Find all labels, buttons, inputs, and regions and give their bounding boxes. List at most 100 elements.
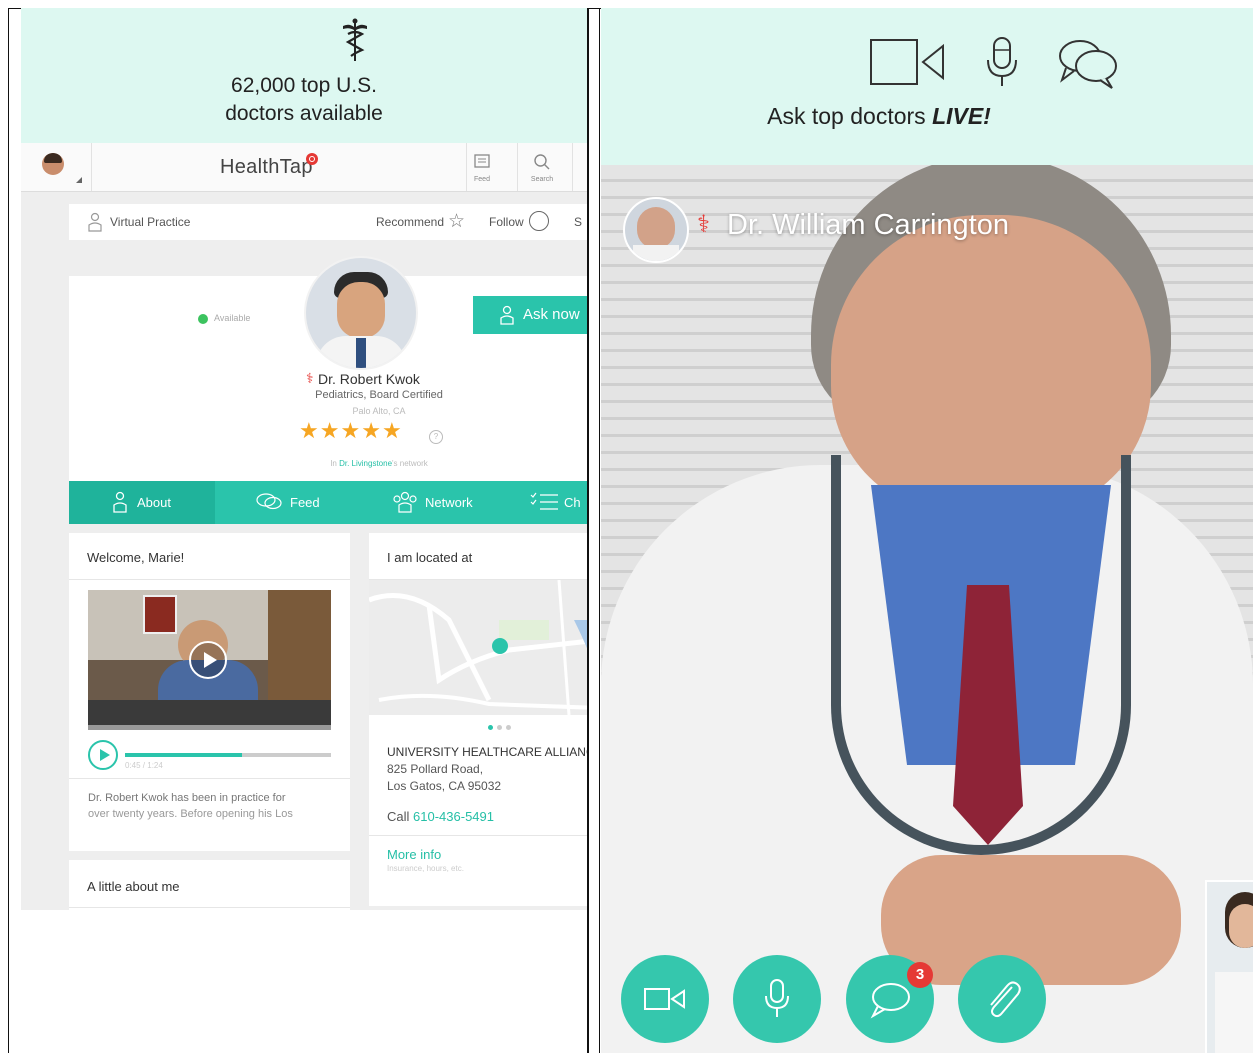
microphone-icon bbox=[765, 979, 789, 1017]
bio-line-2: over twenty years. Before opening his Lo… bbox=[88, 808, 293, 820]
video-camera-icon bbox=[870, 39, 944, 85]
self-view-thumbnail[interactable] bbox=[1205, 880, 1253, 1053]
chat-unread-badge: 3 bbox=[907, 962, 933, 988]
about-icon bbox=[113, 491, 127, 513]
header-divider bbox=[91, 143, 92, 191]
tab-about-label: About bbox=[137, 495, 171, 510]
feed-icon[interactable] bbox=[473, 153, 491, 171]
tab-about[interactable]: About bbox=[69, 481, 215, 524]
rating-star: ★ bbox=[361, 418, 382, 443]
network-link[interactable]: Dr. Livingstone bbox=[339, 459, 392, 468]
frame-divider bbox=[587, 8, 589, 1053]
help-icon[interactable]: ? bbox=[429, 430, 443, 444]
network-icon bbox=[393, 491, 417, 513]
intro-video[interactable] bbox=[88, 590, 331, 730]
about-me-title: A little about me bbox=[87, 879, 180, 894]
doctor-caduceus-icon: ⚕ bbox=[697, 211, 710, 238]
frame-divider-right bbox=[599, 8, 600, 1053]
feed-bubble-icon bbox=[256, 493, 282, 510]
available-dot bbox=[198, 314, 208, 324]
video-doctor-name: Dr. William Carrington bbox=[727, 209, 1009, 241]
doctor-icon bbox=[88, 212, 102, 232]
tab-checklist[interactable]: Ch bbox=[505, 481, 587, 524]
audio-play-button[interactable] bbox=[88, 740, 118, 770]
doctor-video-feed: ⚕ Dr. William Carrington 3 bbox=[601, 165, 1253, 1053]
recommend-label[interactable]: Recommend bbox=[376, 215, 444, 229]
carousel-dot-3[interactable] bbox=[506, 725, 511, 730]
microphone-icon bbox=[987, 37, 1017, 86]
microphone-button[interactable] bbox=[733, 955, 821, 1043]
right-panel: Ask top doctors LIVE! ⚕ Dr. William Carr… bbox=[601, 8, 1253, 1053]
video-button[interactable] bbox=[621, 955, 709, 1043]
location-pin[interactable] bbox=[492, 638, 508, 654]
logo-badge-icon bbox=[306, 153, 318, 165]
search-icon[interactable] bbox=[533, 153, 551, 171]
virtual-practice-label: Virtual Practice bbox=[110, 215, 191, 229]
address-line-1: 825 Pollard Road, bbox=[387, 762, 484, 776]
doctor-specialty: Pediatrics, Board Certified bbox=[315, 389, 443, 401]
welcome-title: Welcome, Marie! bbox=[87, 550, 185, 565]
rating-star: ★ bbox=[340, 418, 362, 443]
play-icon bbox=[100, 749, 110, 761]
doctor-location: Palo Alto, CA bbox=[352, 406, 406, 416]
play-button[interactable] bbox=[189, 641, 227, 679]
bio-line-1: Dr. Robert Kwok has been in practice for bbox=[88, 792, 286, 804]
rating-star: ★ bbox=[381, 418, 403, 443]
doctor-icon bbox=[500, 305, 514, 325]
right-banner: Ask top doctors LIVE! bbox=[601, 8, 1253, 165]
follow-label[interactable]: Follow bbox=[489, 215, 524, 229]
search-label: Search bbox=[530, 176, 554, 183]
rating-star: ★ bbox=[299, 418, 320, 443]
stethoscope bbox=[831, 455, 1131, 855]
practice-name: UNIVERSITY HEALTHCARE ALLIANC bbox=[387, 745, 587, 759]
availability-label: Available bbox=[214, 313, 251, 323]
healthtap-logo: HealthTap bbox=[220, 156, 313, 178]
call-line: Call 610-436-5491 bbox=[387, 809, 494, 824]
tab-network[interactable]: Network bbox=[359, 481, 505, 524]
rating-star: ★ bbox=[319, 418, 341, 443]
welcome-card: Welcome, Marie! 0:45 / 1:24 Dr. Robert K… bbox=[69, 533, 350, 851]
video-camera-icon bbox=[644, 988, 685, 1010]
right-banner-title: Ask top doctors LIVE! bbox=[767, 103, 991, 129]
audio-progress-fill bbox=[125, 753, 243, 757]
profile-tabs: About Feed Network Ch bbox=[69, 481, 587, 524]
location-map[interactable] bbox=[369, 580, 587, 715]
star-outline-icon[interactable]: ☆ bbox=[448, 210, 465, 233]
frame-left bbox=[8, 8, 9, 1053]
user-avatar[interactable] bbox=[42, 153, 64, 175]
carousel-dot-2[interactable] bbox=[497, 725, 502, 730]
attachment-button[interactable] bbox=[958, 955, 1046, 1043]
ask-now-button[interactable]: Ask now bbox=[473, 296, 587, 334]
doctor-caduceus-icon: ⚕ bbox=[306, 370, 314, 386]
chat-bubbles-icon bbox=[1059, 40, 1117, 89]
menu-corner-icon[interactable] bbox=[76, 177, 82, 183]
follow-icon[interactable] bbox=[529, 211, 549, 231]
doctor-avatar bbox=[623, 197, 689, 263]
banner-title-line2: doctors available bbox=[225, 102, 383, 125]
more-info-link[interactable]: More info bbox=[387, 847, 441, 862]
app-header: HealthTap Feed Search bbox=[21, 143, 587, 192]
about-me-card: A little about me bbox=[69, 860, 350, 910]
caduceus-icon bbox=[343, 18, 367, 61]
phone-link[interactable]: 610-436-5491 bbox=[413, 809, 494, 824]
more-info-subtitle: Insurance, hours, etc. bbox=[387, 864, 464, 873]
virtual-practice-bar: Virtual Practice Recommend ☆ Follow S bbox=[69, 204, 587, 240]
ask-now-label: Ask now bbox=[523, 306, 580, 323]
carousel-dot-1[interactable] bbox=[488, 725, 493, 730]
doctor-photo bbox=[304, 256, 418, 370]
tab-checklist-label: Ch bbox=[564, 495, 581, 510]
location-card: I am located at UNIVERSITY HEALTHCARE AL… bbox=[369, 533, 587, 906]
tab-feed-label: Feed bbox=[290, 495, 320, 510]
left-panel: 62,000 top U.S. doctors available Health… bbox=[21, 8, 587, 1053]
play-icon bbox=[204, 652, 217, 668]
audio-time: 0:45 / 1:24 bbox=[125, 761, 163, 770]
audio-progress-track[interactable] bbox=[125, 753, 331, 757]
tab-feed[interactable]: Feed bbox=[215, 481, 359, 524]
chat-icon bbox=[870, 983, 910, 1019]
rating-stars: ★★★★★ bbox=[299, 418, 403, 444]
left-banner: 62,000 top U.S. doctors available bbox=[21, 8, 587, 143]
profile-card: Available Ask now ⚕ Dr. Robert Kwok Pedi… bbox=[69, 256, 587, 488]
location-title: I am located at bbox=[387, 550, 473, 565]
share-label[interactable]: S bbox=[574, 215, 582, 229]
doctor-name[interactable]: Dr. Robert Kwok bbox=[318, 371, 420, 387]
